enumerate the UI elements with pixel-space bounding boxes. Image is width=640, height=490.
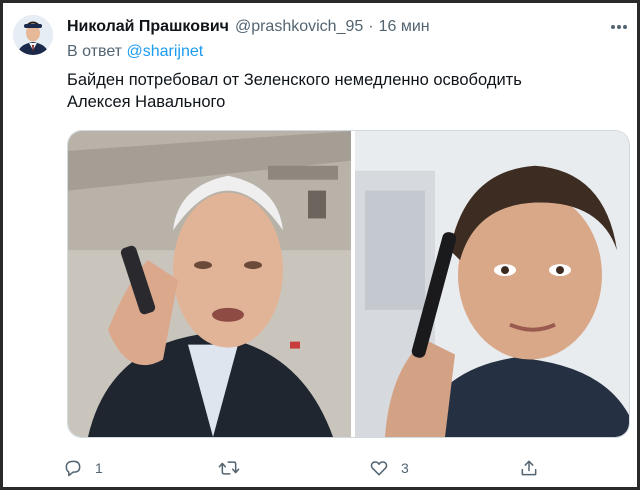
reply-button[interactable]: 1 bbox=[63, 455, 103, 481]
tweet-card: Николай Прашкович @prashkovich_95 · 16 м… bbox=[0, 0, 640, 490]
tweet-header: Николай Прашкович @prashkovich_95 · 16 м… bbox=[67, 16, 430, 38]
avatar[interactable] bbox=[13, 15, 53, 55]
share-button[interactable] bbox=[519, 455, 539, 481]
share-upload-icon bbox=[521, 460, 537, 476]
author-handle[interactable]: @prashkovich_95 bbox=[235, 18, 363, 36]
reply-to-link[interactable]: @sharijnet bbox=[126, 43, 203, 60]
tweet-text: Байден потребовал от Зеленского немедлен… bbox=[67, 71, 522, 111]
more-options-button[interactable] bbox=[607, 17, 631, 37]
author-name[interactable]: Николай Прашкович bbox=[67, 18, 229, 36]
reply-count: 1 bbox=[95, 460, 103, 476]
reply-prefix: В ответ bbox=[67, 43, 123, 60]
like-button[interactable]: 3 bbox=[369, 455, 409, 481]
photo-biden-on-phone[interactable] bbox=[68, 131, 351, 437]
tweet-actions: 1 3 bbox=[63, 455, 583, 481]
speech-bubble-icon bbox=[65, 460, 81, 477]
retweet-arrows-icon bbox=[218, 461, 240, 475]
avatar-image bbox=[13, 15, 53, 55]
retweet-button[interactable] bbox=[218, 455, 252, 481]
tweet-media[interactable] bbox=[67, 130, 630, 438]
reply-context: В ответ @sharijnet bbox=[67, 43, 203, 61]
photo-zelensky-on-phone[interactable] bbox=[355, 131, 630, 437]
separator-dot: · bbox=[368, 18, 374, 35]
more-horizontal-icon bbox=[611, 25, 627, 29]
tweet-timestamp[interactable]: 16 мин bbox=[379, 18, 430, 36]
heart-icon bbox=[370, 461, 388, 476]
like-count: 3 bbox=[401, 460, 409, 476]
